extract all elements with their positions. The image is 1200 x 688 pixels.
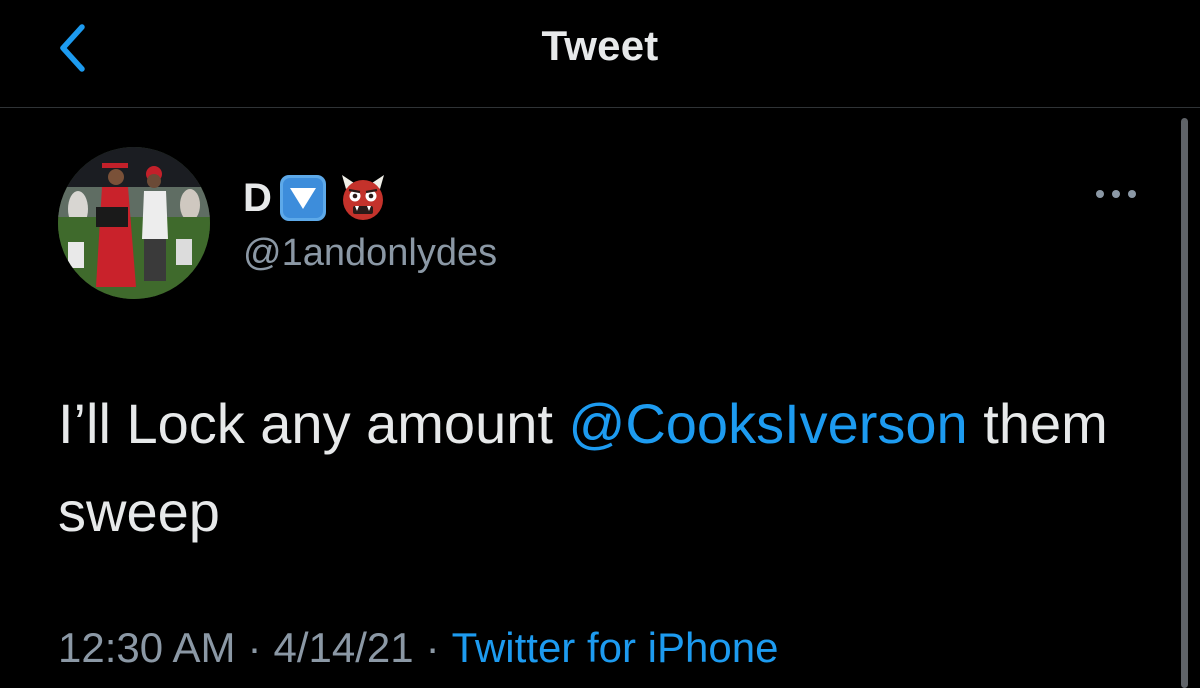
- nav-bar: Tweet: [0, 0, 1200, 108]
- down-arrow-button-emoji-icon: [279, 175, 326, 221]
- ogre-mask-emoji-icon: [341, 175, 384, 220]
- author-display-name[interactable]: D: [243, 170, 398, 226]
- more-options-button[interactable]: [1086, 176, 1146, 212]
- display-name-text: D: [243, 175, 272, 220]
- tweet-time: 12:30 AM: [58, 624, 236, 671]
- tweet-source-link[interactable]: Twitter for iPhone: [452, 624, 779, 671]
- meta-separator: ·: [425, 624, 440, 671]
- tweet-text: I’ll Lock any amount @CooksIverson them …: [58, 380, 1138, 556]
- author-username[interactable]: @1andonlydes: [243, 232, 497, 275]
- more-horizontal-icon: [1096, 190, 1136, 198]
- page-title: Tweet: [541, 22, 659, 69]
- tweet-detail-screen: Tweet D @1andonlydes I’ll Lock any amoun…: [0, 0, 1200, 688]
- scrollbar[interactable]: [1181, 118, 1188, 688]
- tweet-date: 4/14/21: [273, 624, 414, 671]
- avatar[interactable]: [58, 147, 210, 299]
- tweet-text-start: I’ll Lock any amount: [58, 392, 569, 455]
- avatar-photo: [58, 147, 210, 299]
- tweet-metadata: 12:30 AM · 4/14/21 · Twitter for iPhone: [58, 624, 778, 672]
- mention-link[interactable]: @CooksIverson: [568, 392, 967, 455]
- meta-separator: ·: [247, 624, 262, 671]
